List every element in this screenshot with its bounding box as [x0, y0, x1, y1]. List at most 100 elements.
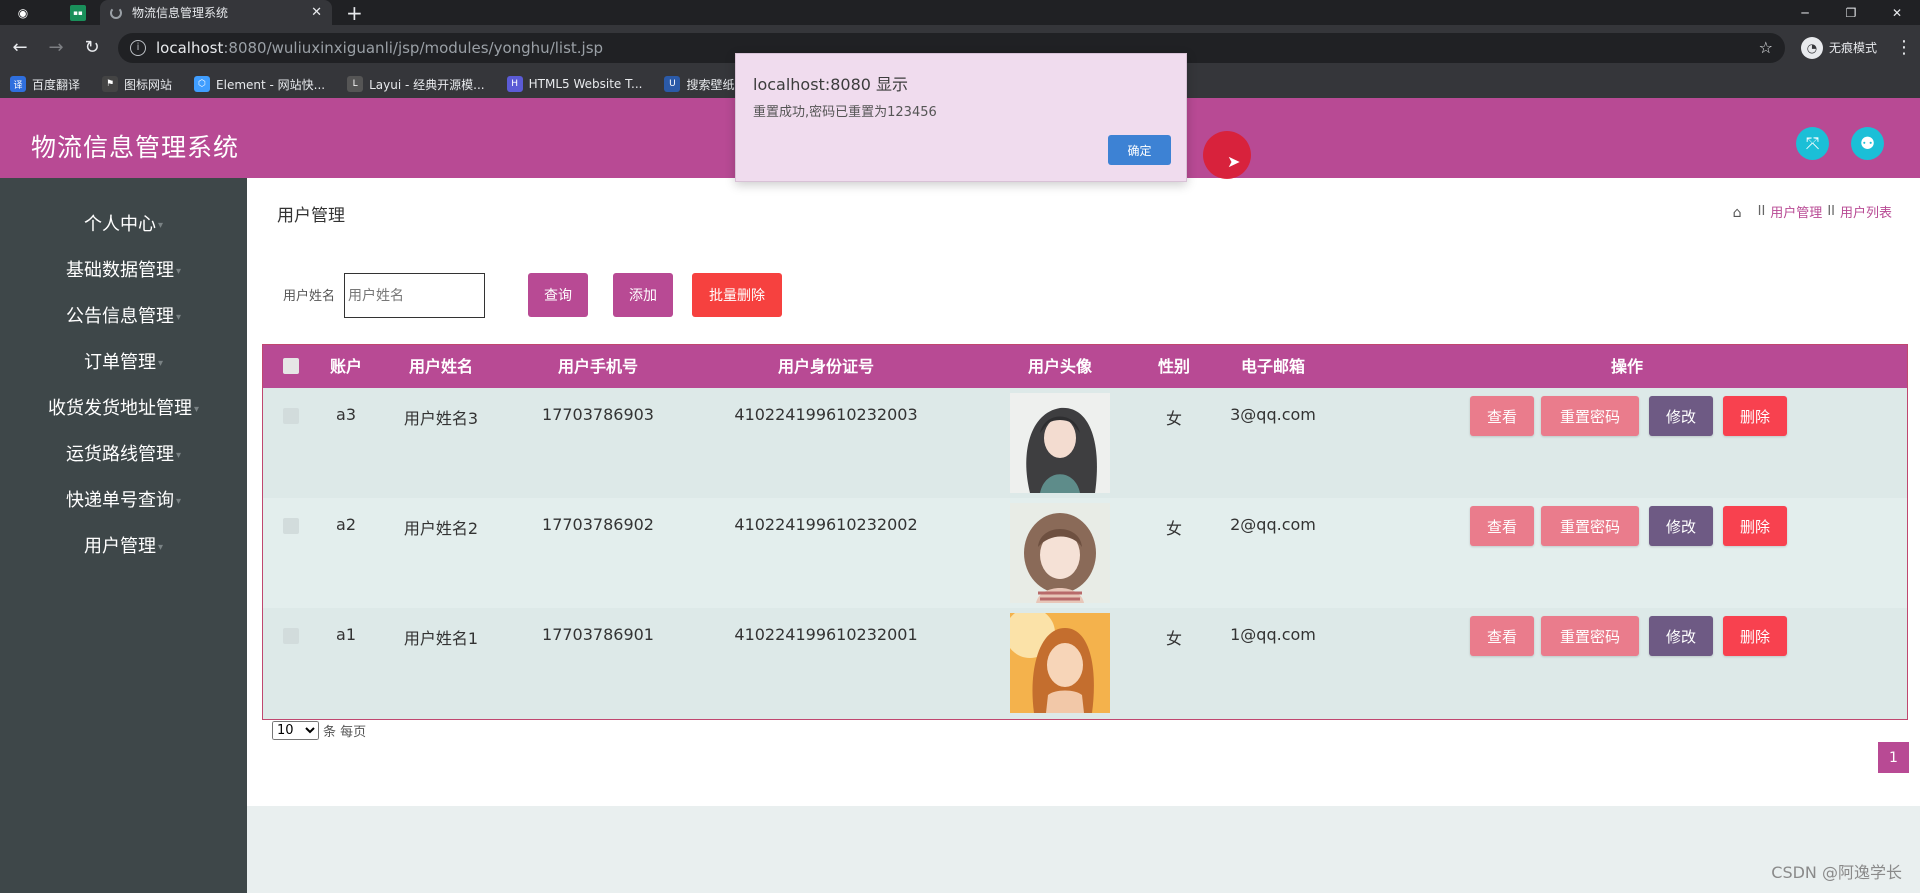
pagination-page-1[interactable]: 1 — [1878, 742, 1909, 773]
dialog-ok-button[interactable]: 确定 — [1108, 135, 1171, 165]
incognito-icon: ◔ — [1801, 36, 1823, 59]
sidebar-item-label: 公告信息管理 — [65, 306, 174, 327]
home-icon[interactable]: ⌂ — [1733, 205, 1747, 221]
dialog-title: localhost:8080 显示 — [753, 75, 909, 94]
user-avatar — [1010, 503, 1110, 603]
cell-gender: 女 — [1165, 409, 1183, 428]
main-content: 用户管理 ⌂ II 用户管理 II 用户列表 用户姓名 查询 添加 批量删除 账… — [247, 178, 1920, 806]
sidebar-item-users[interactable]: 用户管理 ▾ — [0, 532, 247, 558]
row-checkbox[interactable] — [283, 518, 299, 534]
site-info-icon[interactable]: i — [130, 39, 146, 56]
browser-tab-strip: ◉ ▪▪ 物流信息管理系统 ✕ + ─ ❐ ✕ — [0, 0, 1920, 25]
view-button[interactable]: 查看 — [1470, 616, 1534, 656]
incognito-indicator[interactable]: ◔ 无痕模式 — [1801, 36, 1877, 59]
bookmark-item[interactable]: 译百度翻译 — [10, 76, 80, 93]
bookmark-label: HTML5 Website T... — [528, 77, 643, 91]
minimize-icon[interactable]: ─ — [1782, 0, 1828, 25]
reset-password-button[interactable]: 重置密码 — [1541, 616, 1639, 656]
globe-icon[interactable]: ◉ — [14, 4, 32, 22]
table-row: a1 用户姓名1 17703786901 410224199610232001 … — [263, 608, 1907, 718]
user-icon[interactable]: ⚉ — [1851, 127, 1884, 160]
translate-icon: 译 — [10, 76, 26, 92]
forward-arrow-icon[interactable]: → — [40, 37, 72, 58]
reset-password-button[interactable]: 重置密码 — [1541, 396, 1639, 436]
bookmark-item[interactable]: U 搜索壁纸 — [664, 76, 734, 93]
view-button[interactable]: 查看 — [1470, 396, 1534, 436]
html5-icon: H — [506, 76, 523, 92]
dialog-message: 重置成功,密码已重置为123456 — [753, 105, 937, 120]
chevron-down-icon: ▾ — [175, 311, 182, 323]
bookmark-item[interactable]: ⬡ Element - 网站快... — [194, 76, 325, 93]
bookmark-item[interactable]: H HTML5 Website T... — [506, 76, 643, 92]
edit-button[interactable]: 修改 — [1649, 616, 1713, 656]
new-tab-button[interactable]: + — [346, 1, 363, 25]
bookmark-label: Layui - 经典开源模... — [369, 77, 485, 92]
cell-email: 2@qq.com — [1230, 515, 1316, 534]
sidebar-item-routes[interactable]: 运货路线管理 ▾ — [0, 440, 247, 466]
sidebar-item-label: 快递单号查询 — [65, 490, 174, 511]
reload-icon[interactable]: ↻ — [76, 37, 108, 58]
user-avatar — [1010, 393, 1110, 493]
reset-password-button[interactable]: 重置密码 — [1541, 506, 1639, 546]
row-checkbox[interactable] — [283, 628, 299, 644]
add-button[interactable]: 添加 — [613, 273, 673, 317]
bookmark-item[interactable]: ⚑ 图标网站 — [102, 76, 172, 93]
breadcrumb-user-management[interactable]: 用户管理 — [1770, 202, 1822, 221]
url-path: :8080/wuliuxinxiguanli/jsp/modules/yongh… — [223, 38, 604, 57]
delete-button[interactable]: 删除 — [1723, 396, 1787, 436]
batch-delete-button[interactable]: 批量删除 — [692, 273, 782, 317]
bookmark-label: 搜索壁纸 — [686, 77, 735, 92]
sidebar-item-basic-data[interactable]: 基础数据管理 ▾ — [0, 256, 247, 282]
table-row: a2 用户姓名2 17703786902 410224199610232002 … — [263, 498, 1907, 608]
bookmark-label: Element - 网站快... — [216, 77, 326, 92]
table-header: 账户 用户姓名 用户手机号 用户身份证号 用户头像 性别 电子邮箱 操作 — [263, 345, 1907, 388]
column-header: 账户 — [329, 357, 363, 376]
url-host: localhost — [156, 38, 224, 57]
close-tab-icon[interactable]: ✕ — [311, 5, 322, 20]
wallpaper-icon: U — [664, 76, 681, 92]
cell-account: a1 — [336, 625, 356, 644]
sidebar-item-label: 基础数据管理 — [65, 260, 174, 281]
cell-phone: 17703786902 — [542, 515, 654, 534]
sidebar-item-personal-center[interactable]: 个人中心 ▾ — [0, 210, 247, 236]
page-size-selector: 10 条 每页 — [272, 721, 366, 740]
sidebar-item-orders[interactable]: 订单管理 ▾ — [0, 348, 247, 374]
column-header: 用户手机号 — [557, 357, 639, 376]
cell-phone: 17703786901 — [542, 625, 654, 644]
browser-menu-icon[interactable]: ⋮ — [1895, 37, 1913, 58]
sidebar-item-addresses[interactable]: 收货发货地址管理 ▾ — [0, 394, 247, 420]
delete-button[interactable]: 删除 — [1723, 506, 1787, 546]
sidebar-item-notices[interactable]: 公告信息管理 ▾ — [0, 302, 247, 328]
layui-logo-icon: L — [347, 76, 364, 92]
watermark: CSDN @阿逸学长 — [1771, 863, 1902, 882]
page-size-select[interactable]: 10 — [272, 721, 319, 740]
sidebar-item-label: 个人中心 — [83, 214, 156, 235]
cell-name: 用户姓名2 — [403, 519, 479, 538]
page-title: 用户管理 — [277, 206, 345, 226]
cell-gender: 女 — [1165, 519, 1183, 538]
cell-id-card: 410224199610232002 — [734, 515, 918, 534]
sidebar-item-tracking[interactable]: 快递单号查询 ▾ — [0, 486, 247, 512]
delete-button[interactable]: 删除 — [1723, 616, 1787, 656]
view-button[interactable]: 查看 — [1470, 506, 1534, 546]
row-checkbox[interactable] — [283, 408, 299, 424]
back-arrow-icon[interactable]: ← — [4, 37, 36, 58]
pinned-tab-icon[interactable]: ▪▪ — [70, 4, 86, 21]
bookmark-star-icon[interactable]: ☆ — [1759, 38, 1773, 57]
bookmark-item[interactable]: L Layui - 经典开源模... — [347, 76, 485, 93]
edit-button[interactable]: 修改 — [1649, 396, 1713, 436]
restore-icon[interactable]: ❐ — [1828, 0, 1874, 25]
browser-tab-active[interactable]: 物流信息管理系统 ✕ — [100, 0, 332, 25]
edit-button[interactable]: 修改 — [1649, 506, 1713, 546]
breadcrumb-user-list[interactable]: 用户列表 — [1840, 202, 1892, 221]
user-avatar — [1010, 613, 1110, 713]
search-label: 用户姓名 — [283, 289, 336, 304]
fullscreen-icon[interactable]: ⤧ — [1796, 127, 1829, 160]
query-button[interactable]: 查询 — [528, 273, 588, 317]
sidebar-item-label: 订单管理 — [83, 352, 156, 373]
close-window-icon[interactable]: ✕ — [1874, 0, 1920, 25]
chevron-down-icon: ▾ — [175, 265, 182, 277]
column-header: 用户头像 — [1027, 357, 1093, 376]
search-input[interactable] — [344, 273, 485, 318]
select-all-checkbox[interactable] — [283, 358, 299, 374]
